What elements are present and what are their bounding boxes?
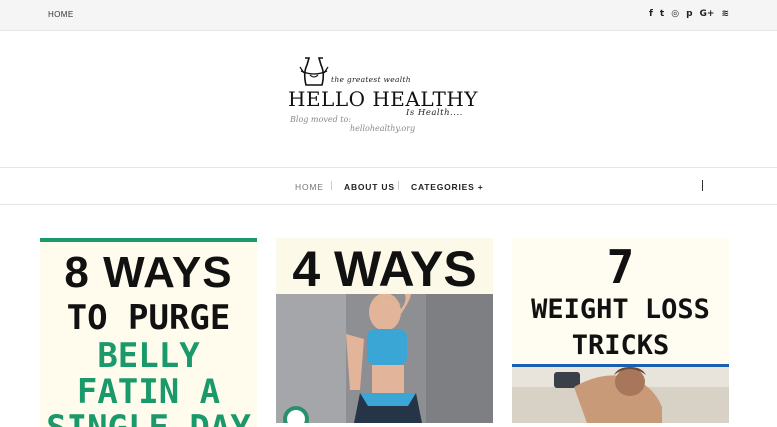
card1-line2: TO PURGE bbox=[66, 298, 231, 338]
twitter-icon[interactable]: t bbox=[660, 8, 664, 20]
card1-line5: SINGLE DAY bbox=[40, 408, 257, 427]
card2-line1: 4 WAYS bbox=[292, 241, 477, 297]
card1-line3: BELLY bbox=[97, 336, 200, 376]
card1-line4: FATIN A bbox=[76, 372, 221, 412]
social-icons: f t ◎ p G+ ≋ bbox=[649, 8, 729, 20]
card3-line3: TRICKS bbox=[571, 330, 670, 361]
nav-categories[interactable]: CATEGORIES + bbox=[411, 182, 484, 192]
main-nav: HOME ABOUT US CATEGORIES + bbox=[0, 167, 777, 205]
post-card-1[interactable]: 8 WAYS TO PURGE BELLY FATIN A SINGLE DAY bbox=[40, 238, 257, 427]
google-plus-icon[interactable]: G+ bbox=[700, 8, 715, 20]
logo-tagline-bottom: Is Health.... bbox=[406, 108, 463, 118]
facebook-icon[interactable]: f bbox=[649, 8, 653, 20]
rss-icon[interactable]: ≋ bbox=[721, 8, 729, 20]
nav-divider bbox=[398, 181, 399, 190]
search-toggle-icon[interactable] bbox=[702, 180, 703, 191]
logo-moved-note: Blog moved to: bbox=[290, 115, 351, 124]
card3-line2: WEIGHT LOSS bbox=[531, 294, 710, 325]
logo-moved-url: hellohealthy.org bbox=[350, 124, 416, 133]
pinterest-icon[interactable]: p bbox=[686, 8, 692, 20]
card2-photo bbox=[276, 294, 493, 423]
card3-line1: 7 bbox=[606, 240, 635, 294]
nav-about-us[interactable]: ABOUT US bbox=[344, 182, 395, 192]
card1-line1: 8 WAYS bbox=[64, 248, 233, 297]
instagram-icon[interactable]: ◎ bbox=[671, 8, 679, 20]
logo-tagline-top: the greatest wealth bbox=[331, 75, 411, 84]
post-card-2[interactable]: 4 WAYS bbox=[276, 238, 493, 423]
post-card-3[interactable]: 7 WEIGHT LOSS TRICKS bbox=[512, 238, 729, 423]
top-home-link[interactable]: HOME bbox=[48, 10, 74, 19]
waist-measure-icon bbox=[299, 57, 329, 86]
site-logo[interactable]: the greatest wealth HELLO HEALTHY Is Hea… bbox=[288, 55, 493, 140]
card3-photo bbox=[512, 367, 729, 423]
top-bar: HOME f t ◎ p G+ ≋ bbox=[0, 0, 777, 31]
nav-home[interactable]: HOME bbox=[295, 182, 324, 192]
nav-divider bbox=[331, 181, 332, 190]
